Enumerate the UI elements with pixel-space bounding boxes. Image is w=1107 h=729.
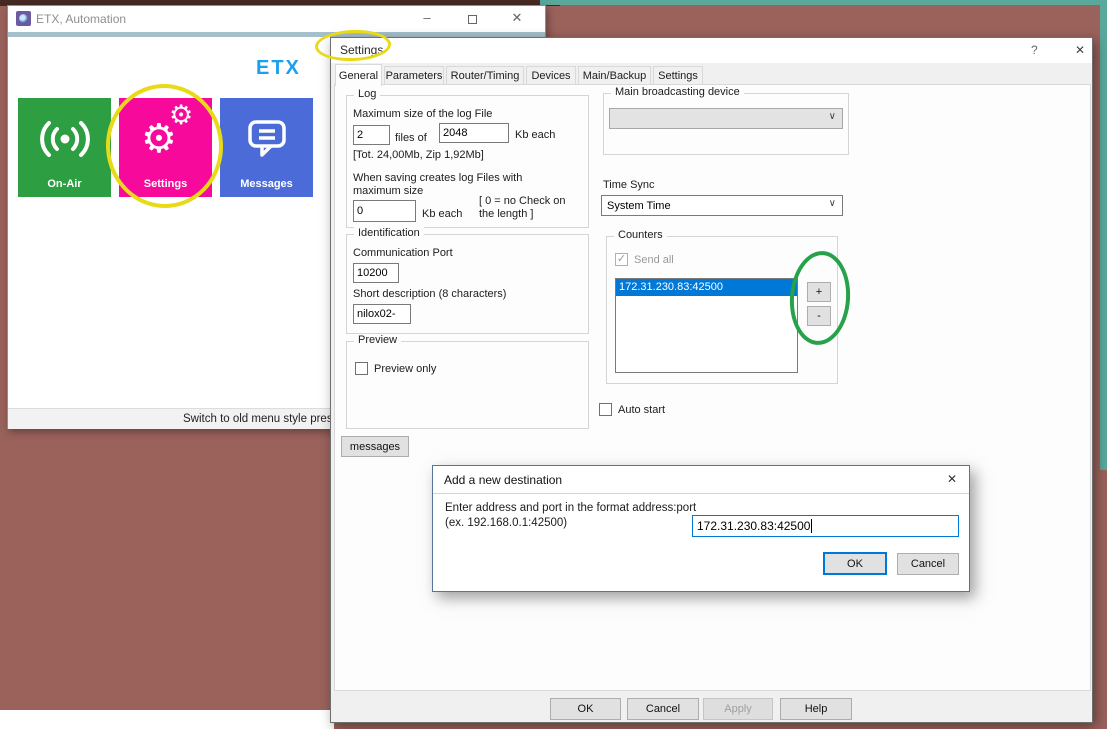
add-destination-dialog: Add a new destination ✕ Enter address an… xyxy=(432,465,970,592)
ok-button[interactable]: OK xyxy=(823,552,887,575)
chevron-down-icon: ∨ xyxy=(829,198,836,209)
app-icon xyxy=(16,11,31,26)
close-button[interactable]: ✕ xyxy=(508,10,526,26)
time-sync-label: Time Sync xyxy=(603,179,655,191)
window-title: ETX, Automation xyxy=(36,12,126,26)
preview-only-checkbox[interactable] xyxy=(355,362,368,375)
speech-bubble-icon xyxy=(220,108,313,170)
background-right-teal-strip xyxy=(1100,0,1107,470)
settings-titlebar[interactable]: Settings ? ✕ xyxy=(331,38,1092,63)
kb-each-label-2: Kb each xyxy=(422,208,462,220)
status-text: Switch to old menu style pressing xyxy=(183,413,354,425)
communication-port-label: Communication Port xyxy=(353,247,453,259)
help-button[interactable]: Help xyxy=(780,698,852,720)
file-size-input[interactable] xyxy=(439,123,509,143)
tab-general[interactable]: General xyxy=(335,64,382,86)
files-of-label: files of xyxy=(395,132,427,144)
address-input-value: 172.31.230.83:42500 xyxy=(697,519,810,533)
tab-parameters[interactable]: Parameters xyxy=(384,66,444,85)
tile-messages[interactable]: Messages xyxy=(220,98,313,197)
preview-group-title: Preview xyxy=(354,334,401,346)
tile-label: On-Air xyxy=(18,178,111,190)
etx-logo: ETX xyxy=(256,57,301,80)
help-icon[interactable]: ? xyxy=(1031,43,1038,57)
cancel-button[interactable]: Cancel xyxy=(627,698,699,720)
list-item[interactable]: 172.31.230.83:42500 xyxy=(616,279,797,296)
kb-each-label: Kb each xyxy=(515,129,555,141)
tab-settings[interactable]: Settings xyxy=(653,66,703,85)
communication-port-input[interactable] xyxy=(353,263,399,283)
screen: ETX, Automation – ✕ ETX On-Air xyxy=(0,0,1107,729)
files-count-input[interactable] xyxy=(353,125,390,145)
tile-label: Messages xyxy=(220,178,313,190)
send-all-checkbox[interactable]: ✓ xyxy=(615,253,628,266)
close-icon[interactable]: ✕ xyxy=(947,472,957,486)
counters-listbox[interactable]: 172.31.230.83:42500 xyxy=(615,278,798,373)
main-titlebar[interactable]: ETX, Automation – ✕ xyxy=(8,6,545,32)
ok-button[interactable]: OK xyxy=(550,698,621,720)
time-sync-dropdown[interactable]: System Time ∨ xyxy=(601,195,843,216)
short-description-input[interactable] xyxy=(353,304,411,324)
broadcast-device-group: Main broadcasting device ∨ xyxy=(603,93,849,155)
max-log-size-label: Maximum size of the log File xyxy=(353,108,492,120)
preview-group: Preview Preview only xyxy=(346,341,589,429)
minimize-button[interactable]: – xyxy=(418,10,436,25)
chevron-down-icon: ∨ xyxy=(829,111,836,122)
short-description-label: Short description (8 characters) xyxy=(353,288,506,300)
broadcast-device-group-title: Main broadcasting device xyxy=(611,86,744,98)
background-top-teal-strip xyxy=(540,0,1107,5)
settings-dialog: Settings ? ✕ General Parameters Router/T… xyxy=(330,37,1093,723)
send-all-label: Send all xyxy=(634,254,674,266)
auto-start-label: Auto start xyxy=(618,404,665,416)
time-sync-value: System Time xyxy=(607,200,671,212)
address-input[interactable]: 172.31.230.83:42500 xyxy=(692,515,959,537)
maximize-button[interactable] xyxy=(468,15,477,24)
text-caret xyxy=(811,519,812,533)
messages-button[interactable]: messages xyxy=(341,436,409,457)
log-total-label: [Tot. 24,00Mb, Zip 1,92Mb] xyxy=(353,149,484,161)
apply-button[interactable]: Apply xyxy=(703,698,773,720)
preview-only-label: Preview only xyxy=(374,363,436,375)
close-icon[interactable]: ✕ xyxy=(1075,43,1085,57)
identification-group: Identification Communication Port Short … xyxy=(346,234,589,334)
add-dialog-title: Add a new destination xyxy=(444,473,562,487)
divider xyxy=(433,493,969,494)
auto-start-checkbox[interactable] xyxy=(599,403,612,416)
tile-on-air[interactable]: On-Air xyxy=(18,98,111,197)
tab-main-backup[interactable]: Main/Backup xyxy=(578,66,651,85)
background-bottom-white-strip xyxy=(0,710,334,729)
no-check-label: [ 0 = no Check on the length ] xyxy=(479,195,581,221)
identification-group-title: Identification xyxy=(354,227,424,239)
broadcast-icon xyxy=(18,108,111,170)
tab-devices[interactable]: Devices xyxy=(526,66,576,85)
cancel-button[interactable]: Cancel xyxy=(897,553,959,575)
log-group-title: Log xyxy=(354,88,380,100)
saving-size-input[interactable] xyxy=(353,200,416,222)
address-instruction-line2: (ex. 192.168.0.1:42500) xyxy=(445,517,567,529)
tab-router-timing[interactable]: Router/Timing xyxy=(446,66,524,85)
broadcast-device-dropdown[interactable]: ∨ xyxy=(609,108,843,129)
address-instruction-line1: Enter address and port in the format add… xyxy=(445,502,696,514)
log-group: Log Maximum size of the log File files o… xyxy=(346,95,589,228)
counters-group-title: Counters xyxy=(614,229,667,241)
